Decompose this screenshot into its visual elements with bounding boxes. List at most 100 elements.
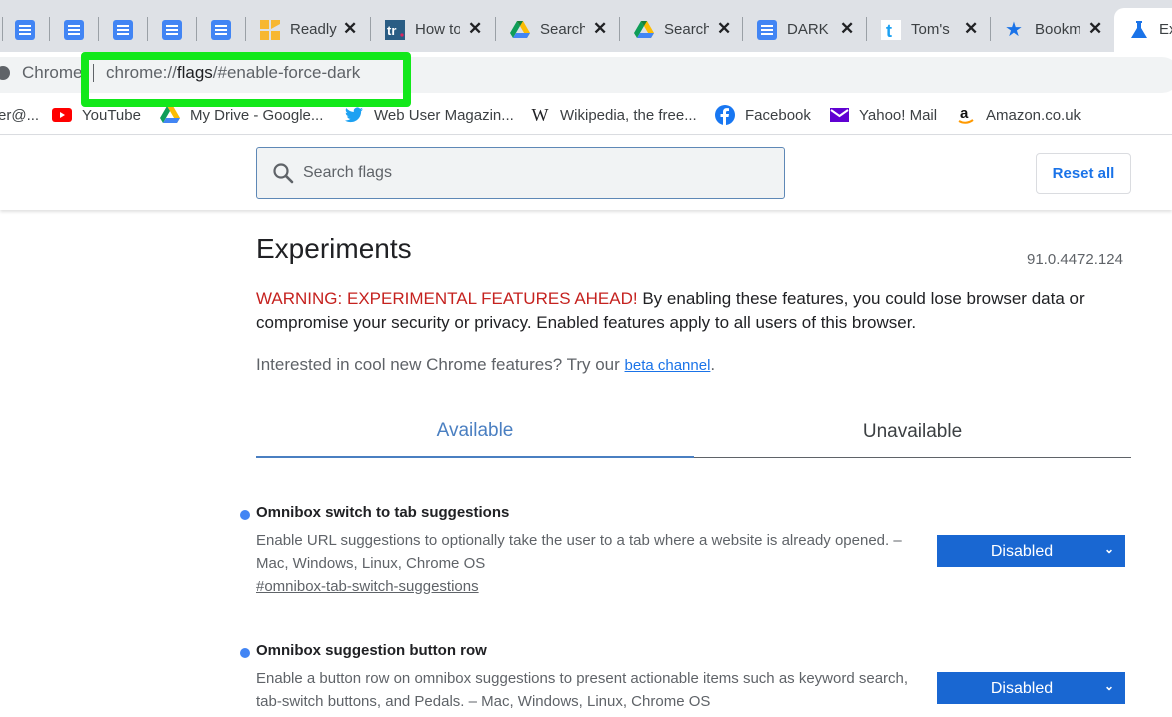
browser-tab-toms[interactable]: t Tom's ✕ [866, 8, 990, 52]
tab-title: How to [415, 21, 460, 38]
beta-channel-link[interactable]: beta channel [625, 357, 711, 374]
bookmark-label: Yahoo! Mail [859, 106, 938, 124]
warning-text: WARNING: EXPERIMENTAL FEATURES AHEAD! By… [256, 287, 1126, 335]
bookmark-wikipedia[interactable]: W Wikipedia, the free... [530, 105, 697, 125]
version-number: 91.0.4472.124 [1027, 251, 1123, 268]
bookmark-label: My Drive - Google... [190, 106, 324, 124]
url-scheme: chrome:// [106, 63, 177, 82]
close-tab-icon[interactable]: ✕ [717, 18, 731, 40]
tab-strip: Readly ✕ tr How to ✕ Search ✕ Search ✕ D… [0, 0, 1172, 52]
bookmark-label: Web User Magazin... [374, 106, 514, 124]
site-label: Chrome [22, 63, 83, 82]
bookmark-account[interactable]: er@... [0, 105, 39, 125]
flags-header: Reset all [0, 136, 1172, 210]
google-drive-icon [160, 105, 180, 125]
youtube-icon [52, 105, 72, 125]
close-tab-icon[interactable]: ✕ [840, 18, 854, 40]
google-docs-icon [757, 20, 777, 40]
close-tab-icon[interactable]: ✕ [468, 18, 482, 40]
browser-tab[interactable] [196, 8, 244, 52]
tab-separator [245, 17, 246, 41]
browser-tab[interactable] [147, 8, 195, 52]
flag-name: Omnibox suggestion button row [256, 642, 487, 659]
bookmark-my-drive[interactable]: My Drive - Google... [160, 105, 323, 125]
close-tab-icon[interactable]: ✕ [964, 18, 978, 40]
tab-title: Readly [290, 21, 337, 38]
bookmark-yahoo-mail[interactable]: Yahoo! Mail [829, 105, 937, 125]
bookmark-youtube[interactable]: YouTube [52, 105, 141, 125]
toms-guide-icon: t [881, 20, 901, 41]
browser-tab-how-to[interactable]: tr How to ✕ [370, 8, 495, 52]
flask-icon [1129, 20, 1149, 40]
browser-tab-search[interactable]: Search ✕ [619, 8, 742, 52]
browser-tab-bookmarks[interactable]: ★ Bookm ✕ [990, 8, 1114, 52]
wikipedia-icon: W [531, 104, 549, 125]
tab-separator [742, 17, 743, 41]
flag-state-select[interactable]: Disabled [937, 672, 1125, 704]
flag-name: Omnibox switch to tab suggestions [256, 504, 510, 521]
google-docs-icon [162, 20, 182, 40]
search-flags-box[interactable] [256, 147, 785, 199]
page-title: Experiments [256, 233, 412, 264]
tab-title: DARK [787, 21, 829, 38]
tab-separator [370, 17, 371, 41]
tab-title: Ex [1159, 21, 1172, 38]
bookmark-star-icon: ★ [1005, 19, 1023, 41]
tab-available[interactable]: Available [256, 405, 694, 458]
content-tabs: Available Unavailable [256, 405, 1131, 458]
readly-icon [260, 20, 280, 40]
yahoo-mail-icon [829, 105, 849, 125]
close-tab-icon[interactable]: ✕ [593, 18, 607, 40]
tab-separator [196, 17, 197, 41]
search-icon [272, 162, 294, 184]
tab-separator [990, 17, 991, 41]
browser-tab[interactable] [0, 8, 48, 52]
flag-item: Omnibox suggestion button row Enable a b… [238, 642, 1138, 717]
flag-state-select[interactable]: Disabled [937, 535, 1125, 567]
amazon-icon: a [956, 105, 976, 125]
google-docs-icon [64, 20, 84, 40]
bookmark-label: Wikipedia, the free... [560, 106, 697, 124]
url-text[interactable]: chrome://flags/#enable-force-dark [106, 63, 360, 83]
bookmark-label: er@... [0, 106, 40, 124]
svg-text:t: t [886, 21, 892, 40]
facebook-icon [715, 105, 735, 125]
bookmark-label: YouTube [82, 106, 141, 124]
bookmark-amazon[interactable]: a Amazon.co.uk [956, 105, 1081, 125]
tab-separator [866, 17, 867, 41]
browser-tab-dark[interactable]: DARK ✕ [742, 8, 866, 52]
url-path: /#enable-force-dark [212, 63, 361, 82]
tab-title: Bookm [1035, 21, 1080, 38]
tab-title: Search [664, 21, 709, 38]
tab-separator [2, 17, 3, 41]
svg-text:tr: tr [387, 23, 396, 38]
beta-suffix: . [710, 355, 716, 374]
close-tab-icon[interactable]: ✕ [1088, 18, 1102, 40]
google-drive-icon [634, 20, 654, 40]
google-docs-icon [113, 20, 133, 40]
bookmark-web-user[interactable]: Web User Magazin... [344, 105, 514, 125]
search-flags-input[interactable] [303, 160, 763, 186]
techradar-icon: tr [385, 20, 405, 40]
tab-separator [49, 17, 50, 41]
close-tab-icon[interactable]: ✕ [343, 18, 357, 40]
bookmark-label: Amazon.co.uk [986, 106, 1082, 124]
tab-separator [98, 17, 99, 41]
svg-text:a: a [960, 105, 969, 122]
bookmark-facebook[interactable]: Facebook [715, 105, 811, 125]
google-docs-icon [15, 20, 35, 40]
url-host: flags [176, 63, 213, 82]
flag-anchor-link[interactable]: #omnibox-tab-switch-suggestions [256, 578, 479, 595]
tab-title: Search [540, 21, 585, 38]
bookmarks-bar: er@... YouTube My Drive - Google... Web … [0, 95, 1172, 135]
browser-tab-readly[interactable]: Readly ✕ [245, 8, 370, 52]
tab-separator [495, 17, 496, 41]
tab-unavailable[interactable]: Unavailable [694, 405, 1131, 458]
browser-tab-experiments-active[interactable]: Ex [1114, 8, 1172, 52]
google-docs-icon [211, 20, 231, 40]
tab-separator [147, 17, 148, 41]
reset-all-button[interactable]: Reset all [1036, 153, 1131, 194]
browser-tab[interactable] [98, 8, 146, 52]
browser-tab-search[interactable]: Search ✕ [495, 8, 619, 52]
browser-tab[interactable] [49, 8, 97, 52]
